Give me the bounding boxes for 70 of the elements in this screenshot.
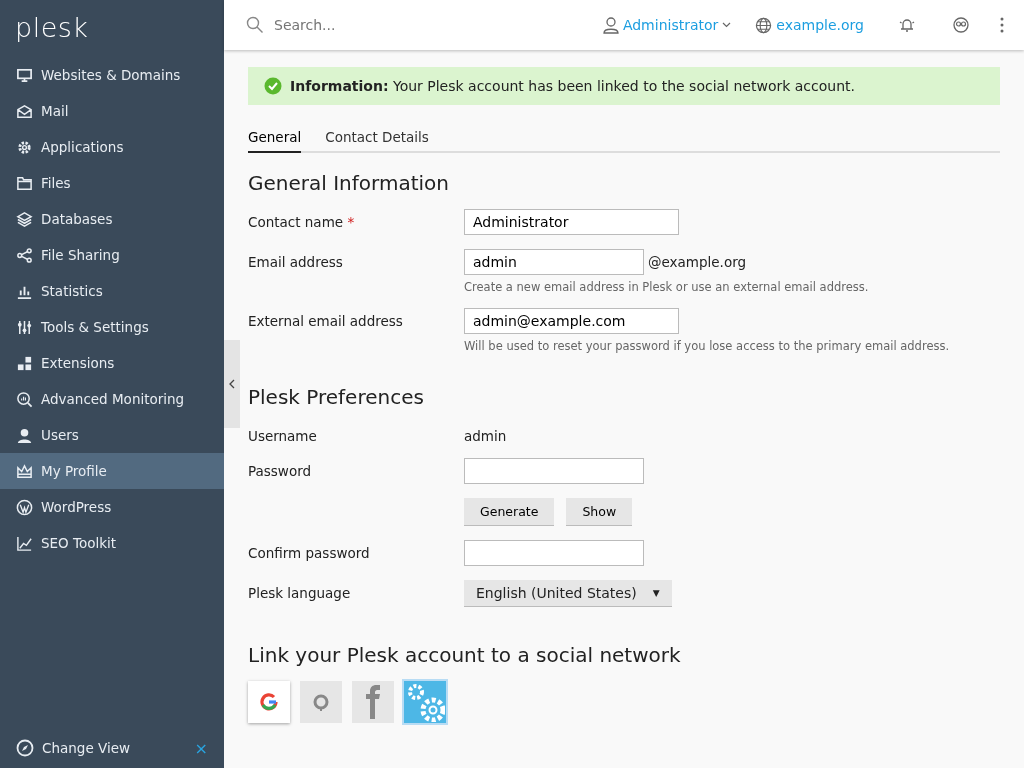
field-label: Password [248, 462, 313, 479]
field-label: Contact name * [248, 213, 356, 230]
monitor-icon [16, 66, 33, 84]
password-field[interactable] [464, 458, 644, 484]
field-label: Plesk language [248, 584, 352, 601]
info-message: Information: Your Plesk account has been linked to the social network account. [290, 78, 855, 94]
tab[interactable]: Contact Details [325, 129, 429, 153]
caret-icon [722, 22, 732, 28]
field-hint: Will be used to reset your password if you lose access to the primary email address. [464, 339, 950, 353]
blocks-icon [16, 354, 33, 372]
action-button[interactable]: Show [566, 498, 633, 526]
sidebar-item[interactable]: SEO Toolkit [0, 525, 224, 561]
email-field[interactable]: admin [464, 249, 644, 275]
domain-suffix: @example.org [648, 254, 747, 270]
sidebar-item[interactable]: Files [0, 165, 224, 201]
tab[interactable]: General [248, 129, 302, 153]
sidebar-item[interactable]: Mail [0, 93, 224, 129]
magnifier-icon [16, 390, 33, 408]
field-hint: Create a new email address in Plesk or use an external email address. [464, 280, 869, 294]
section-heading: General Information [248, 171, 450, 195]
field-label: Username [248, 427, 318, 444]
sidebar-item[interactable]: My Profile [0, 453, 224, 489]
sidebar-item[interactable]: Applications [0, 129, 224, 165]
action-button[interactable]: Generate [464, 498, 555, 526]
wordpress-icon [16, 498, 33, 516]
layers-icon [16, 210, 33, 228]
sidebar-item[interactable]: WordPress [0, 489, 224, 525]
field-value: admin [464, 427, 507, 444]
social-login-button[interactable] [248, 681, 290, 723]
field-label: Email address [248, 253, 344, 270]
text-field[interactable]: admin@example.com [464, 308, 679, 334]
gears-icon [405, 682, 445, 722]
social-login-button[interactable] [352, 681, 394, 723]
check-circle-icon [264, 77, 282, 95]
section-heading: Link your Plesk account to a social network [248, 643, 682, 667]
collapse-handle[interactable] [224, 340, 240, 428]
text-field[interactable]: Administrator [464, 209, 679, 235]
social-login-button[interactable] [300, 681, 342, 723]
folder-icon [16, 174, 33, 192]
field-label: External email address [248, 312, 404, 329]
compass-icon [16, 739, 34, 757]
social-login-button[interactable] [404, 681, 446, 723]
user-icon [602, 16, 619, 34]
password-field[interactable] [464, 540, 644, 566]
sidebar-item[interactable]: Users [0, 417, 224, 453]
search-icon [246, 16, 264, 34]
sidebar-item[interactable]: Statistics [0, 273, 224, 309]
sidebar-item[interactable]: Tools & Settings [0, 309, 224, 345]
change-view-link[interactable]: Change View [42, 740, 130, 756]
section-heading: Plesk Preferences [248, 385, 425, 409]
sidebar-item[interactable]: Databases [0, 201, 224, 237]
more-menu-icon[interactable] [1000, 17, 1004, 33]
share-icon [16, 246, 33, 264]
language-select[interactable]: English (United States) ▼ [464, 580, 672, 607]
crown-icon [16, 462, 33, 480]
sidebar-item[interactable]: Websites & Domains [0, 57, 224, 93]
google-icon [259, 692, 279, 712]
line-chart-icon [16, 534, 33, 552]
sidebar-item[interactable]: File Sharing [0, 237, 224, 273]
sidebar-item[interactable]: Advanced Monitoring [0, 381, 224, 417]
globe-icon [755, 16, 773, 34]
gear-icon [16, 138, 33, 156]
chevron-left-icon [229, 379, 235, 389]
envelope-icon [16, 102, 33, 120]
plesk-logo: plesk [14, 11, 90, 45]
search-field[interactable]: Search... [272, 16, 476, 34]
person-icon [16, 426, 33, 444]
sidebar-item[interactable]: Extensions [0, 345, 224, 381]
sliders-icon [16, 318, 33, 336]
field-label: Confirm password [248, 544, 371, 561]
